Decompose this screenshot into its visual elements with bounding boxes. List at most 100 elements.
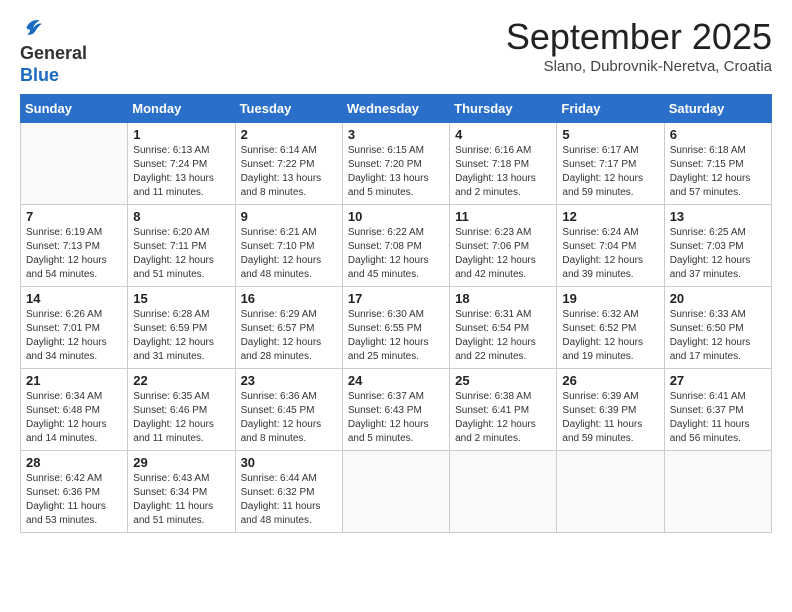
day-info: Sunrise: 6:17 AM Sunset: 7:17 PM Dayligh… [562, 144, 658, 200]
day-number: 20 [670, 291, 766, 306]
day-number: 28 [26, 455, 122, 470]
day-number: 2 [241, 127, 337, 142]
day-number: 3 [348, 127, 444, 142]
day-info: Sunrise: 6:39 AM Sunset: 6:39 PM Dayligh… [562, 390, 658, 446]
calendar-cell [450, 451, 557, 533]
day-number: 30 [241, 455, 337, 470]
day-number: 12 [562, 209, 658, 224]
calendar-cell: 22 Sunrise: 6:35 AM Sunset: 6:46 PM Dayli… [128, 369, 235, 451]
day-info: Sunrise: 6:26 AM Sunset: 7:01 PM Dayligh… [26, 308, 122, 364]
calendar-cell: 15 Sunrise: 6:28 AM Sunset: 6:59 PM Dayli… [128, 287, 235, 369]
calendar-cell: 24 Sunrise: 6:37 AM Sunset: 6:43 PM Dayli… [342, 369, 449, 451]
day-number: 27 [670, 373, 766, 388]
calendar-cell: 20 Sunrise: 6:33 AM Sunset: 6:50 PM Dayli… [664, 287, 771, 369]
day-number: 13 [670, 209, 766, 224]
calendar-cell [557, 451, 664, 533]
day-info: Sunrise: 6:35 AM Sunset: 6:46 PM Dayligh… [133, 390, 229, 446]
weekday-header-saturday: Saturday [664, 95, 771, 123]
calendar-cell: 14 Sunrise: 6:26 AM Sunset: 7:01 PM Dayli… [21, 287, 128, 369]
day-info: Sunrise: 6:44 AM Sunset: 6:32 PM Dayligh… [241, 472, 337, 528]
calendar-cell [664, 451, 771, 533]
calendar-cell: 21 Sunrise: 6:34 AM Sunset: 6:48 PM Dayli… [21, 369, 128, 451]
day-number: 15 [133, 291, 229, 306]
day-number: 16 [241, 291, 337, 306]
day-info: Sunrise: 6:38 AM Sunset: 6:41 PM Dayligh… [455, 390, 551, 446]
calendar-cell: 13 Sunrise: 6:25 AM Sunset: 7:03 PM Dayli… [664, 205, 771, 287]
calendar-cell: 29 Sunrise: 6:43 AM Sunset: 6:34 PM Dayli… [128, 451, 235, 533]
page-header: General Blue September 2025 Slano, Dubro… [20, 16, 772, 86]
calendar-cell: 18 Sunrise: 6:31 AM Sunset: 6:54 PM Dayli… [450, 287, 557, 369]
location: Slano, Dubrovnik-Neretva, Croatia [506, 58, 772, 75]
calendar-cell: 8 Sunrise: 6:20 AM Sunset: 7:11 PM Daylig… [128, 205, 235, 287]
day-info: Sunrise: 6:36 AM Sunset: 6:45 PM Dayligh… [241, 390, 337, 446]
calendar-cell [21, 123, 128, 205]
day-number: 24 [348, 373, 444, 388]
day-info: Sunrise: 6:13 AM Sunset: 7:24 PM Dayligh… [133, 144, 229, 200]
day-number: 10 [348, 209, 444, 224]
day-number: 5 [562, 127, 658, 142]
week-row-3: 14 Sunrise: 6:26 AM Sunset: 7:01 PM Dayli… [21, 287, 772, 369]
month-title: September 2025 [506, 16, 772, 58]
calendar-cell: 30 Sunrise: 6:44 AM Sunset: 6:32 PM Dayli… [235, 451, 342, 533]
day-number: 17 [348, 291, 444, 306]
day-info: Sunrise: 6:31 AM Sunset: 6:54 PM Dayligh… [455, 308, 551, 364]
day-info: Sunrise: 6:18 AM Sunset: 7:15 PM Dayligh… [670, 144, 766, 200]
day-info: Sunrise: 6:33 AM Sunset: 6:50 PM Dayligh… [670, 308, 766, 364]
week-row-1: 1 Sunrise: 6:13 AM Sunset: 7:24 PM Daylig… [21, 123, 772, 205]
title-block: September 2025 Slano, Dubrovnik-Neretva,… [506, 16, 772, 75]
calendar-cell: 19 Sunrise: 6:32 AM Sunset: 6:52 PM Dayli… [557, 287, 664, 369]
day-info: Sunrise: 6:29 AM Sunset: 6:57 PM Dayligh… [241, 308, 337, 364]
calendar-cell: 26 Sunrise: 6:39 AM Sunset: 6:39 PM Dayli… [557, 369, 664, 451]
day-number: 26 [562, 373, 658, 388]
calendar-cell: 1 Sunrise: 6:13 AM Sunset: 7:24 PM Daylig… [128, 123, 235, 205]
calendar-cell: 5 Sunrise: 6:17 AM Sunset: 7:17 PM Daylig… [557, 123, 664, 205]
day-info: Sunrise: 6:41 AM Sunset: 6:37 PM Dayligh… [670, 390, 766, 446]
day-info: Sunrise: 6:37 AM Sunset: 6:43 PM Dayligh… [348, 390, 444, 446]
day-number: 19 [562, 291, 658, 306]
day-info: Sunrise: 6:16 AM Sunset: 7:18 PM Dayligh… [455, 144, 551, 200]
day-number: 14 [26, 291, 122, 306]
day-info: Sunrise: 6:21 AM Sunset: 7:10 PM Dayligh… [241, 226, 337, 282]
day-info: Sunrise: 6:19 AM Sunset: 7:13 PM Dayligh… [26, 226, 122, 282]
calendar-cell: 10 Sunrise: 6:22 AM Sunset: 7:08 PM Dayli… [342, 205, 449, 287]
day-info: Sunrise: 6:43 AM Sunset: 6:34 PM Dayligh… [133, 472, 229, 528]
calendar-cell: 6 Sunrise: 6:18 AM Sunset: 7:15 PM Daylig… [664, 123, 771, 205]
logo-text: General Blue [20, 43, 87, 86]
calendar-cell: 4 Sunrise: 6:16 AM Sunset: 7:18 PM Daylig… [450, 123, 557, 205]
weekday-header-friday: Friday [557, 95, 664, 123]
day-number: 4 [455, 127, 551, 142]
day-number: 8 [133, 209, 229, 224]
weekday-header-sunday: Sunday [21, 95, 128, 123]
day-number: 11 [455, 209, 551, 224]
day-info: Sunrise: 6:20 AM Sunset: 7:11 PM Dayligh… [133, 226, 229, 282]
day-number: 25 [455, 373, 551, 388]
day-info: Sunrise: 6:32 AM Sunset: 6:52 PM Dayligh… [562, 308, 658, 364]
day-info: Sunrise: 6:34 AM Sunset: 6:48 PM Dayligh… [26, 390, 122, 446]
calendar-cell [342, 451, 449, 533]
day-info: Sunrise: 6:42 AM Sunset: 6:36 PM Dayligh… [26, 472, 122, 528]
day-number: 23 [241, 373, 337, 388]
day-number: 22 [133, 373, 229, 388]
day-number: 21 [26, 373, 122, 388]
calendar-cell: 28 Sunrise: 6:42 AM Sunset: 6:36 PM Dayli… [21, 451, 128, 533]
day-info: Sunrise: 6:28 AM Sunset: 6:59 PM Dayligh… [133, 308, 229, 364]
calendar-cell: 23 Sunrise: 6:36 AM Sunset: 6:45 PM Dayli… [235, 369, 342, 451]
day-number: 18 [455, 291, 551, 306]
day-info: Sunrise: 6:25 AM Sunset: 7:03 PM Dayligh… [670, 226, 766, 282]
day-info: Sunrise: 6:23 AM Sunset: 7:06 PM Dayligh… [455, 226, 551, 282]
weekday-header-monday: Monday [128, 95, 235, 123]
calendar-cell: 12 Sunrise: 6:24 AM Sunset: 7:04 PM Dayli… [557, 205, 664, 287]
day-number: 7 [26, 209, 122, 224]
day-info: Sunrise: 6:22 AM Sunset: 7:08 PM Dayligh… [348, 226, 444, 282]
weekday-header-row: SundayMondayTuesdayWednesdayThursdayFrid… [21, 95, 772, 123]
logo-bird-icon [22, 16, 44, 38]
logo: General Blue [20, 16, 87, 86]
weekday-header-tuesday: Tuesday [235, 95, 342, 123]
day-number: 6 [670, 127, 766, 142]
day-number: 1 [133, 127, 229, 142]
day-info: Sunrise: 6:14 AM Sunset: 7:22 PM Dayligh… [241, 144, 337, 200]
day-number: 29 [133, 455, 229, 470]
week-row-2: 7 Sunrise: 6:19 AM Sunset: 7:13 PM Daylig… [21, 205, 772, 287]
calendar-cell: 17Sunrise: 6:30 AM Sunset: 6:55 PM Dayli… [342, 287, 449, 369]
day-info: Sunrise: 6:24 AM Sunset: 7:04 PM Dayligh… [562, 226, 658, 282]
